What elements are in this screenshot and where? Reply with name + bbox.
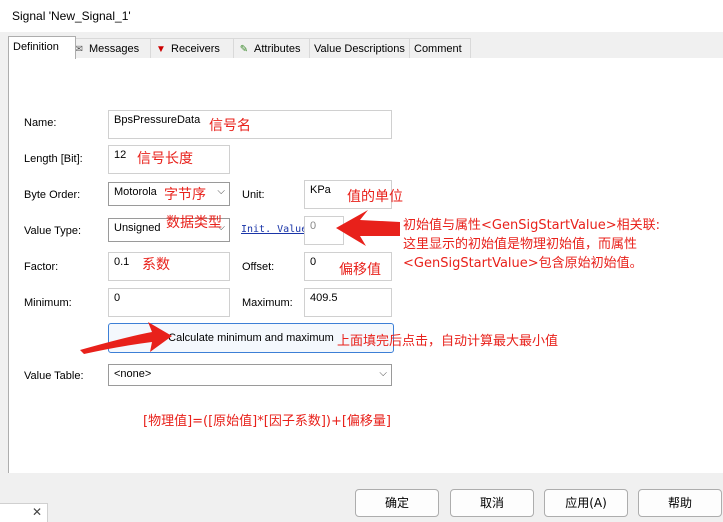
value-table-value: <none> (114, 368, 152, 380)
init-note-line2: 这里显示的初始值是物理初始值，而属性 (403, 237, 638, 252)
value-table-label: Value Table: (24, 370, 84, 382)
tab-receivers-label: Receivers (171, 43, 220, 55)
byte-order-label: Byte Order: (24, 189, 81, 201)
tab-value-descriptions[interactable]: Value Descriptions (309, 38, 415, 59)
chevron-down-icon: ⌵ (379, 368, 387, 379)
length-annotation: 信号长度 (137, 151, 193, 167)
title-bar: Signal 'New_Signal_1' (0, 0, 723, 32)
close-icon[interactable]: ✕ (32, 505, 42, 519)
init-value-field[interactable]: 0 (304, 216, 344, 245)
byte-order-value: Motorola (114, 186, 157, 198)
maximum-field[interactable]: 409.5 (304, 288, 392, 317)
factor-annotation: 系数 (142, 257, 170, 273)
minimum-field[interactable]: 0 (108, 288, 230, 317)
tab-attributes[interactable]: ✎ Attributes (233, 38, 315, 59)
minimum-value: 0 (114, 292, 121, 304)
pencil-icon: ✎ (239, 44, 249, 55)
tab-receivers[interactable]: ▼ Receivers (150, 38, 240, 59)
maximum-value: 409.5 (310, 292, 338, 304)
init-value: 0 (310, 220, 317, 232)
value-type-value: Unsigned (114, 222, 161, 234)
length-value: 12 (114, 149, 127, 161)
factor-label: Factor: (24, 261, 59, 273)
value-type-annotation: 数据类型 (166, 215, 222, 231)
help-button[interactable]: 帮助 (638, 489, 722, 517)
unit-label: Unit: (242, 189, 265, 201)
tab-comment-label: Comment (414, 43, 462, 55)
tab-strip: Definition ✉ Messages ▼ Receivers ✎ Attribu… (8, 36, 723, 59)
length-label: Length [Bit]: (24, 153, 83, 165)
window-title: Signal 'New_Signal_1' (12, 9, 131, 23)
name-label: Name: (24, 117, 57, 129)
receiver-icon: ▼ (156, 44, 166, 55)
cancel-button-label: 取消 (479, 496, 504, 510)
tab-messages[interactable]: ✉ Messages (68, 38, 156, 59)
maximum-label: Maximum: (242, 297, 293, 309)
ok-button-label: 确定 (384, 496, 409, 510)
factor-value: 0.1 (114, 256, 130, 268)
tab-comment[interactable]: Comment (409, 38, 471, 59)
chevron-down-icon: ⌵ (217, 186, 225, 197)
help-button-label: 帮助 (667, 496, 692, 510)
apply-button-label: 应用(A) (565, 496, 607, 510)
offset-annotation: 偏移值 (339, 262, 381, 278)
tab-messages-label: Messages (89, 43, 140, 55)
init-note-line3: <GenSigStartValue>包含原始初始值。 (403, 256, 643, 271)
offset-label: Offset: (242, 261, 275, 273)
value-table-select[interactable]: <none> ⌵ (108, 364, 392, 386)
calculate-button-label: Calculate minimum and maximum (168, 332, 334, 344)
unit-value: KPa (310, 184, 331, 196)
cancel-button[interactable]: 取消 (450, 489, 534, 517)
tab-value-descriptions-label: Value Descriptions (314, 43, 405, 55)
value-type-label: Value Type: (24, 225, 82, 237)
tab-attributes-label: Attributes (254, 43, 301, 55)
unit-annotation: 值的单位 (347, 189, 403, 205)
minimum-label: Minimum: (24, 297, 72, 309)
underlying-window: ✕ (0, 503, 48, 522)
name-value: BpsPressureData (114, 114, 201, 126)
formula-annotation: [物理值]=([原始值]*[因子系数])+[偏移量] (143, 414, 392, 429)
init-note-line1: 初始值与属性<GenSigStartValue>相关联: (403, 218, 661, 233)
name-annotation: 信号名 (209, 118, 251, 134)
calc-annotation: 上面填完后点击，自动计算最大最小值 (337, 334, 559, 349)
tab-definition[interactable]: Definition (8, 36, 76, 59)
init-value-link[interactable]: Init. Value (241, 224, 307, 235)
byte-order-annotation: 字节序 (164, 187, 206, 203)
apply-button[interactable]: 应用(A) (544, 489, 628, 517)
offset-value: 0 (310, 256, 317, 268)
ok-button[interactable]: 确定 (355, 489, 439, 517)
tab-definition-label: Definition (13, 41, 59, 53)
